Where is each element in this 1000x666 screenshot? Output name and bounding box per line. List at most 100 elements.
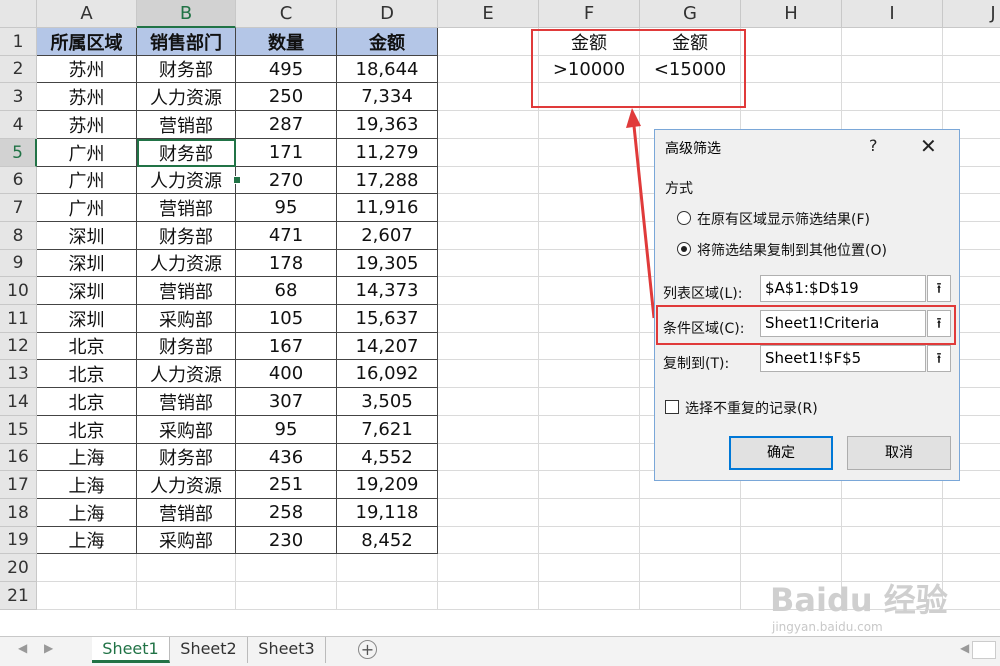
unique-records-checkbox[interactable] — [665, 400, 679, 414]
cell-c20[interactable] — [236, 554, 337, 582]
cell-b21[interactable] — [137, 582, 236, 610]
cell-a14[interactable]: 北京 — [37, 388, 137, 416]
criteria-range-field[interactable]: Sheet1!Criteria — [760, 310, 926, 337]
cell-b9[interactable]: 人力资源 — [137, 250, 236, 277]
tab-scroll-left-icon[interactable]: ◀ — [18, 641, 27, 655]
cell-b5[interactable]: 财务部 — [137, 139, 236, 167]
cell-b7[interactable]: 营销部 — [137, 194, 236, 222]
cell-a21[interactable] — [37, 582, 137, 610]
cell-e10[interactable] — [438, 277, 539, 305]
row-header-9[interactable]: 9 — [0, 250, 37, 277]
cell-d15[interactable]: 7,621 — [337, 416, 438, 444]
cell-f9[interactable] — [539, 250, 640, 277]
cell-c6[interactable]: 270 — [236, 167, 337, 194]
cell-e15[interactable] — [438, 416, 539, 444]
row-header-13[interactable]: 13 — [0, 360, 37, 388]
close-icon[interactable]: ✕ — [920, 134, 937, 158]
cell-f17[interactable] — [539, 471, 640, 499]
cell-g2[interactable]: <15000 — [640, 56, 741, 83]
column-header-g[interactable]: G — [640, 0, 741, 28]
cell-c10[interactable]: 68 — [236, 277, 337, 305]
cell-g1[interactable]: 金额 — [640, 28, 741, 56]
cell-b8[interactable]: 财务部 — [137, 222, 236, 250]
cell-d6[interactable]: 17,288 — [337, 167, 438, 194]
cell-d20[interactable] — [337, 554, 438, 582]
row-header-21[interactable]: 21 — [0, 582, 37, 610]
cell-d14[interactable]: 3,505 — [337, 388, 438, 416]
row-header-10[interactable]: 10 — [0, 277, 37, 305]
cell-e19[interactable] — [438, 527, 539, 554]
cell-c1[interactable]: 数量 — [236, 28, 337, 56]
radio-inplace[interactable] — [677, 211, 691, 225]
row-header-16[interactable]: 16 — [0, 444, 37, 471]
cell-e12[interactable] — [438, 333, 539, 360]
cell-g20[interactable] — [640, 554, 741, 582]
cell-c12[interactable]: 167 — [236, 333, 337, 360]
cell-e9[interactable] — [438, 250, 539, 277]
cell-g19[interactable] — [640, 527, 741, 554]
cell-f13[interactable] — [539, 360, 640, 388]
cell-d3[interactable]: 7,334 — [337, 83, 438, 111]
cell-b4[interactable]: 营销部 — [137, 111, 236, 139]
cell-j2[interactable] — [943, 56, 1000, 83]
cell-f1[interactable]: 金额 — [539, 28, 640, 56]
cell-b20[interactable] — [137, 554, 236, 582]
copy-to-picker-icon[interactable]: ⭱ — [927, 345, 951, 372]
cell-a2[interactable]: 苏州 — [37, 56, 137, 83]
cell-a4[interactable]: 苏州 — [37, 111, 137, 139]
cell-c4[interactable]: 287 — [236, 111, 337, 139]
cell-f7[interactable] — [539, 194, 640, 222]
fill-handle[interactable] — [233, 176, 241, 184]
cell-b1[interactable]: 销售部门 — [137, 28, 236, 56]
tab-sheet2[interactable]: Sheet2 — [170, 637, 248, 663]
horizontal-scrollbar[interactable] — [972, 641, 996, 659]
cell-b19[interactable]: 采购部 — [137, 527, 236, 554]
cell-f21[interactable] — [539, 582, 640, 610]
cell-e16[interactable] — [438, 444, 539, 471]
help-icon[interactable]: ? — [869, 136, 878, 155]
cancel-button[interactable]: 取消 — [847, 436, 951, 470]
cell-c2[interactable]: 495 — [236, 56, 337, 83]
cell-b17[interactable]: 人力资源 — [137, 471, 236, 499]
row-header-4[interactable]: 4 — [0, 111, 37, 139]
cell-d19[interactable]: 8,452 — [337, 527, 438, 554]
row-header-7[interactable]: 7 — [0, 194, 37, 222]
cell-f16[interactable] — [539, 444, 640, 471]
cell-a19[interactable]: 上海 — [37, 527, 137, 554]
column-header-j[interactable]: J — [943, 0, 1000, 28]
cell-j20[interactable] — [943, 554, 1000, 582]
cell-i18[interactable] — [842, 499, 943, 527]
cell-f4[interactable] — [539, 111, 640, 139]
cell-a9[interactable]: 深圳 — [37, 250, 137, 277]
column-header-b[interactable]: B — [137, 0, 236, 28]
tab-sheet3[interactable]: Sheet3 — [248, 637, 326, 663]
cell-f14[interactable] — [539, 388, 640, 416]
cell-c15[interactable]: 95 — [236, 416, 337, 444]
column-header-f[interactable]: F — [539, 0, 640, 28]
cell-f3[interactable] — [539, 83, 640, 111]
cell-d13[interactable]: 16,092 — [337, 360, 438, 388]
column-header-i[interactable]: I — [842, 0, 943, 28]
row-header-19[interactable]: 19 — [0, 527, 37, 554]
cell-c19[interactable]: 230 — [236, 527, 337, 554]
cell-d16[interactable]: 4,552 — [337, 444, 438, 471]
cell-j18[interactable] — [943, 499, 1000, 527]
row-header-15[interactable]: 15 — [0, 416, 37, 444]
cell-f8[interactable] — [539, 222, 640, 250]
hscroll-left-icon[interactable]: ◀ — [960, 641, 969, 655]
ok-button[interactable]: 确定 — [729, 436, 833, 470]
cell-f18[interactable] — [539, 499, 640, 527]
radio-copy[interactable] — [677, 242, 691, 256]
cell-b16[interactable]: 财务部 — [137, 444, 236, 471]
column-header-h[interactable]: H — [741, 0, 842, 28]
cell-i3[interactable] — [842, 83, 943, 111]
cell-c8[interactable]: 471 — [236, 222, 337, 250]
unique-records-label[interactable]: 选择不重复的记录(R) — [685, 398, 818, 418]
cell-e5[interactable] — [438, 139, 539, 167]
cell-a12[interactable]: 北京 — [37, 333, 137, 360]
cell-e1[interactable] — [438, 28, 539, 56]
cell-b10[interactable]: 营销部 — [137, 277, 236, 305]
cell-e2[interactable] — [438, 56, 539, 83]
cell-c13[interactable]: 400 — [236, 360, 337, 388]
tab-scroll-right-icon[interactable]: ▶ — [44, 641, 53, 655]
